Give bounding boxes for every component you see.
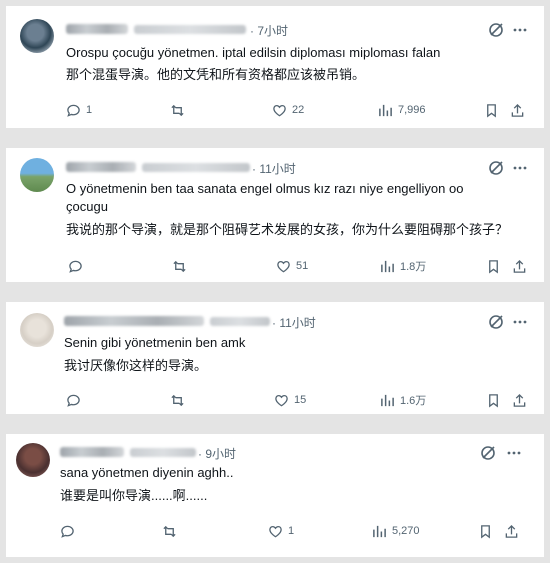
reply-icon <box>67 104 80 117</box>
author-handle <box>130 448 196 457</box>
bookmark-button[interactable] <box>478 523 493 539</box>
avatar[interactable] <box>20 313 54 347</box>
share-icon <box>513 393 526 407</box>
like-button[interactable]: 22 <box>272 102 304 118</box>
author-name[interactable] <box>66 162 136 172</box>
bookmark-icon <box>487 103 496 117</box>
comment-text-line: çocugu <box>66 199 108 214</box>
bookmark-icon <box>489 393 498 407</box>
comment-translation: 那个混蛋导演。他的文凭和所有资格都应该被吊销。 <box>66 67 366 82</box>
reply-icon <box>61 525 74 538</box>
retweet-button[interactable] <box>162 523 177 539</box>
more-icon[interactable] <box>512 314 528 330</box>
views-count: 5,270 <box>392 525 420 537</box>
more-icon[interactable] <box>506 445 522 461</box>
like-button[interactable]: 51 <box>276 258 308 274</box>
timestamp[interactable]: · 11小时 <box>272 314 316 331</box>
retweet-button[interactable] <box>172 258 187 274</box>
grok-icon[interactable] <box>488 160 504 176</box>
views-button[interactable]: 1.8万 <box>380 258 426 274</box>
grok-icon[interactable] <box>488 314 504 330</box>
more-icon[interactable] <box>512 22 528 38</box>
bookmark-icon <box>481 524 490 538</box>
reply-icon <box>69 260 82 273</box>
views-icon <box>373 525 386 537</box>
comment-text-line: Senin gibi yönetmenin ben amk <box>64 335 246 350</box>
like-button[interactable]: 15 <box>274 392 306 408</box>
grok-icon[interactable] <box>488 22 504 38</box>
timestamp[interactable]: · 7小时 <box>250 22 288 39</box>
views-count: 7,996 <box>398 104 426 116</box>
comment-translation: 我说的那个导演，就是那个阻碍艺术发展的女孩，你为什么要阻碍那个孩子？ <box>66 222 509 237</box>
share-button[interactable] <box>512 258 527 274</box>
share-button[interactable] <box>512 392 527 408</box>
like-count: 22 <box>292 104 305 116</box>
like-icon <box>275 394 288 406</box>
author-handle <box>134 25 246 34</box>
retweet-icon <box>163 525 176 537</box>
author-handle <box>142 163 250 172</box>
timestamp[interactable]: · 9小时 <box>198 445 236 462</box>
reply-button[interactable] <box>68 258 88 274</box>
bookmark-button[interactable] <box>486 258 501 274</box>
comment-card-2[interactable]: · 11小时 O yönetmenin ben taa sanata engel… <box>6 148 544 282</box>
reply-icon <box>67 394 80 407</box>
author-handle <box>210 317 270 326</box>
reply-count: 1 <box>86 104 93 116</box>
like-icon <box>277 260 290 272</box>
views-count: 1.6万 <box>400 395 427 407</box>
author-name[interactable] <box>64 316 204 326</box>
like-button[interactable]: 1 <box>268 523 294 539</box>
bookmark-button[interactable] <box>484 102 499 118</box>
comment-text-line: Orospu çocuğu yönetmen. iptal edilsin di… <box>66 45 441 60</box>
views-button[interactable]: 5,270 <box>372 523 420 539</box>
retweet-icon <box>173 260 186 272</box>
avatar[interactable] <box>20 19 54 53</box>
views-icon <box>379 104 392 116</box>
avatar[interactable] <box>16 443 50 477</box>
avatar[interactable] <box>20 158 54 192</box>
grok-icon[interactable] <box>480 445 496 461</box>
retweet-icon <box>171 394 184 406</box>
retweet-button[interactable] <box>170 392 185 408</box>
reply-button[interactable] <box>66 392 86 408</box>
author-name[interactable] <box>60 447 124 457</box>
comment-card-4[interactable]: · 9小时 sana yönetmen diyenin aghh.. 谁要是叫你… <box>6 434 544 557</box>
views-icon <box>381 260 394 272</box>
bookmark-icon <box>489 259 498 273</box>
retweet-button[interactable] <box>170 102 185 118</box>
like-count: 51 <box>296 260 309 272</box>
retweet-icon <box>171 104 184 116</box>
comment-card-3[interactable]: · 11小时 Senin gibi yönetmenin ben amk 我讨厌… <box>6 302 544 414</box>
comment-text-line: sana yönetmen diyenin aghh.. <box>60 465 234 480</box>
like-count: 15 <box>294 394 307 406</box>
comment-card-1[interactable]: · 7小时 Orospu çocuğu yönetmen. iptal edil… <box>6 6 544 128</box>
comment-translation: 谁要是叫你导演......啊...... <box>60 488 208 503</box>
views-button[interactable]: 1.6万 <box>380 392 426 408</box>
bookmark-button[interactable] <box>486 392 501 408</box>
share-icon <box>511 103 524 117</box>
reply-button[interactable]: 1 <box>66 102 92 118</box>
share-button[interactable] <box>510 102 525 118</box>
author-name[interactable] <box>66 24 128 34</box>
comment-translation: 我讨厌像你这样的导演。 <box>64 358 208 373</box>
views-icon <box>381 394 394 406</box>
more-icon[interactable] <box>512 160 528 176</box>
comment-text-line: O yönetmenin ben taa sanata engel olmus … <box>66 181 464 196</box>
reply-button[interactable] <box>60 523 80 539</box>
like-count: 1 <box>288 525 295 537</box>
share-button[interactable] <box>504 523 519 539</box>
share-icon <box>513 259 526 273</box>
views-count: 1.8万 <box>400 261 427 273</box>
like-icon <box>269 525 282 537</box>
share-icon <box>505 524 518 538</box>
like-icon <box>273 104 286 116</box>
timestamp[interactable]: · 11小时 <box>252 160 296 177</box>
views-button[interactable]: 7,996 <box>378 102 426 118</box>
